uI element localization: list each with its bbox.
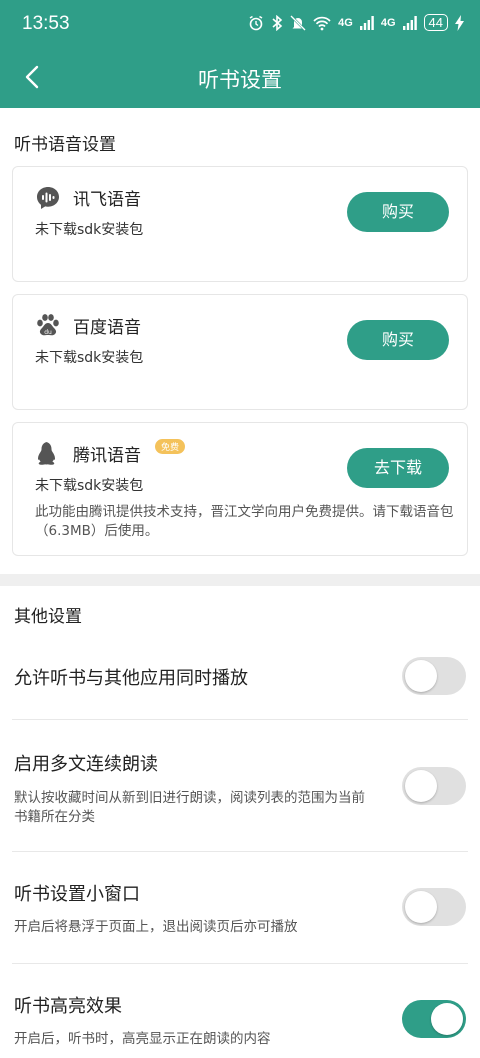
page-title: 听书设置	[198, 68, 282, 92]
baidu-paw-icon: du	[37, 314, 59, 336]
voice-card-iflytek: 讯飞语音 未下载sdk安装包 购买	[12, 166, 468, 282]
voice-status: 未下载sdk安装包	[35, 350, 144, 366]
iflytek-voice-icon	[37, 187, 59, 209]
voice-card-tencent: 腾讯语音 免费 未下载sdk安装包 去下载 此功能由腾讯提供技术支持，晋江文学向…	[12, 422, 468, 556]
network-label: 4G	[338, 16, 353, 29]
voice-name: 腾讯语音	[73, 446, 141, 466]
qq-penguin-icon	[38, 442, 55, 465]
voice-name: 讯飞语音	[73, 190, 141, 210]
charging-icon	[455, 14, 464, 31]
option-description: 开启后，听书时，高亮显示正在朗读的内容	[14, 1031, 271, 1047]
toggle-knob	[431, 1003, 463, 1035]
bluetooth-icon	[272, 14, 283, 31]
other-section-title: 其他设置	[14, 607, 82, 627]
toggle-simultaneous-playback[interactable]	[402, 657, 466, 695]
mute-icon	[290, 14, 307, 31]
voice-card-baidu: du 百度语音 未下载sdk安装包 购买	[12, 294, 468, 410]
voice-name: 百度语音	[73, 318, 141, 338]
toggle-knob	[405, 891, 437, 923]
alarm-icon	[249, 15, 263, 30]
network-label: 4G	[380, 16, 396, 29]
section-divider	[0, 574, 480, 586]
toggle-continuous-reading[interactable]	[402, 767, 466, 805]
voice-section-title: 听书语音设置	[14, 135, 116, 155]
option-title: 启用多文连续朗读	[14, 754, 158, 775]
battery-icon: 44	[423, 14, 448, 31]
toggle-floating-window[interactable]	[402, 888, 466, 926]
option-title: 听书高亮效果	[14, 996, 122, 1017]
toggle-knob	[405, 660, 437, 692]
divider	[12, 719, 468, 720]
voice-status: 未下载sdk安装包	[35, 478, 144, 494]
buy-button[interactable]: 购买	[347, 320, 449, 360]
svg-text:du: du	[44, 329, 52, 336]
free-badge: 免费	[155, 439, 186, 454]
app-bar: 听书设置	[0, 50, 480, 108]
option-description: 默认按收藏时间从新到旧进行朗读，阅读列表的范围为当前书籍所在分类	[14, 790, 365, 825]
toggle-highlight-effect[interactable]	[402, 1000, 466, 1038]
divider	[12, 963, 468, 964]
wifi-icon	[313, 16, 331, 30]
signal-icon	[402, 15, 417, 30]
option-title: 听书设置小窗口	[14, 884, 140, 905]
divider	[12, 851, 468, 852]
download-button[interactable]: 去下载	[347, 448, 449, 488]
status-time: 13:53	[22, 13, 70, 34]
status-bar: 13:53 4G 4G 44	[0, 0, 480, 50]
voice-description: 此功能由腾讯提供技术支持，晋江文学向用户免费提供。请下载语音包（6.3MB）后使…	[35, 504, 454, 539]
toggle-knob	[405, 770, 437, 802]
status-icons: 4G 4G 44	[248, 14, 464, 31]
option-title: 允许听书与其他应用同时播放	[14, 668, 248, 689]
voice-status: 未下载sdk安装包	[35, 222, 144, 238]
signal-icon	[359, 15, 374, 30]
option-description: 开启后将悬浮于页面上，退出阅读页后亦可播放	[14, 919, 298, 935]
buy-button[interactable]: 购买	[347, 192, 449, 232]
